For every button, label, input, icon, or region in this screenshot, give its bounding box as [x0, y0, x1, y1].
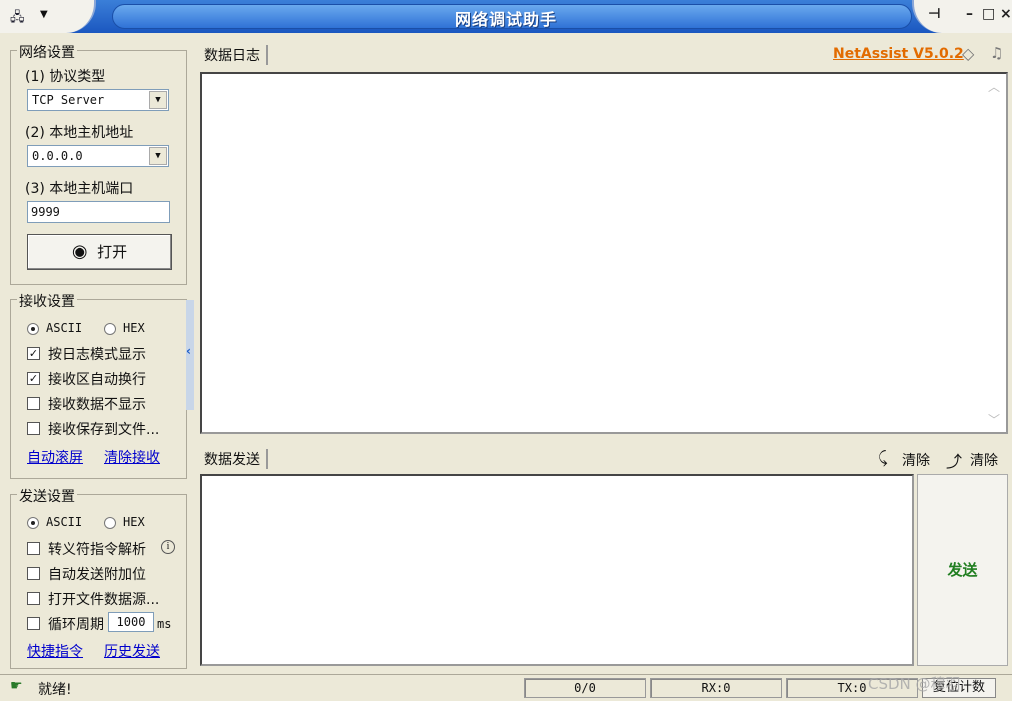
- scroll-down-icon[interactable]: ﹀: [988, 411, 1000, 428]
- window-controls: ⊣ – □ ×: [912, 0, 1012, 33]
- count-cell: 0/0: [524, 678, 646, 698]
- log-mode-label: 按日志模式显示: [48, 347, 146, 363]
- network-settings-title: 网络设置: [17, 42, 77, 62]
- bell-icon[interactable]: ♫: [990, 44, 1003, 62]
- panel-splitter[interactable]: ‹: [186, 300, 194, 410]
- chevron-down-icon[interactable]: ▼: [149, 91, 167, 109]
- system-menu[interactable]: 🖧 ▼: [0, 0, 96, 33]
- network-settings-group: 网络设置 (1) 协议类型 TCP Server ▼ (2) 本地主机地址 0.…: [10, 42, 187, 285]
- clear-down-icon[interactable]: ⤹: [878, 448, 888, 468]
- send-hex-radio[interactable]: [104, 517, 116, 529]
- clear-send-button-2[interactable]: 清除: [970, 450, 998, 470]
- hide-data-checkbox[interactable]: [27, 397, 40, 410]
- pin-icon[interactable]: ⊣: [928, 6, 941, 22]
- log-area[interactable]: ︿ ﹀: [200, 72, 1008, 434]
- host-select[interactable]: 0.0.0.0 ▼: [27, 145, 169, 167]
- protocol-select[interactable]: TCP Server ▼: [27, 89, 169, 111]
- escape-checkbox[interactable]: [27, 542, 40, 555]
- clear-receive-link[interactable]: 清除接收: [104, 447, 160, 467]
- window-title: 网络调试助手: [454, 10, 557, 29]
- send-tab[interactable]: 数据发送: [204, 449, 268, 469]
- auto-wrap-label: 接收区自动换行: [48, 372, 146, 388]
- hide-data-label: 接收数据不显示: [48, 397, 146, 413]
- hand-icon: ☛: [10, 678, 23, 694]
- clear-up-icon[interactable]: ⤴: [946, 448, 962, 472]
- version-link[interactable]: NetAssist V5.0.2: [833, 46, 964, 62]
- autoscroll-link[interactable]: 自动滚屏: [27, 447, 83, 467]
- receive-hex-radio[interactable]: [104, 323, 116, 335]
- log-mode-checkbox[interactable]: ✓: [27, 347, 40, 360]
- port-label: (3) 本地主机端口: [25, 181, 134, 197]
- receive-settings-title: 接收设置: [17, 291, 77, 311]
- info-icon[interactable]: i: [161, 540, 175, 554]
- send-settings-group: 发送设置 ASCII HEX 转义符指令解析 i 自动发送附加位 打开文件数据源…: [10, 486, 187, 669]
- log-tab[interactable]: 数据日志: [204, 45, 268, 65]
- cycle-label: 循环周期: [48, 617, 104, 633]
- send-button[interactable]: 发送: [917, 474, 1008, 666]
- clear-send-button-1[interactable]: 清除: [902, 450, 930, 470]
- escape-label: 转义符指令解析: [48, 542, 146, 558]
- send-input[interactable]: [200, 474, 914, 666]
- settings-panel: 网络设置 (1) 协议类型 TCP Server ▼ (2) 本地主机地址 0.…: [0, 33, 194, 673]
- host-label: (2) 本地主机地址: [25, 125, 134, 141]
- cycle-checkbox[interactable]: [27, 617, 40, 630]
- protocol-value: TCP Server: [32, 93, 105, 107]
- diamond-icon[interactable]: ◇: [962, 44, 974, 63]
- port-input[interactable]: 9999: [27, 201, 170, 223]
- open-label: 打开: [97, 243, 128, 261]
- host-value: 0.0.0.0: [32, 149, 83, 163]
- save-file-label: 接收保存到文件...: [48, 422, 160, 438]
- status-bar: ☛ 就绪! 0/0 RX:0 TX:0 复位计数 CSDN @穆羽: [0, 674, 1012, 701]
- chevron-left-icon[interactable]: ‹: [186, 344, 191, 358]
- protocol-label: (1) 协议类型: [25, 69, 106, 85]
- shortcut-link[interactable]: 快捷指令: [27, 641, 83, 661]
- send-ascii-radio[interactable]: [27, 517, 39, 529]
- rx-cell: RX:0: [650, 678, 782, 698]
- close-button[interactable]: ×: [1000, 6, 1012, 22]
- minimize-button[interactable]: –: [966, 6, 973, 22]
- receive-hex-label: HEX: [123, 321, 145, 335]
- file-source-checkbox[interactable]: [27, 592, 40, 605]
- save-file-checkbox[interactable]: [27, 422, 40, 435]
- record-icon: ◉: [71, 241, 88, 262]
- cycle-unit: ms: [157, 617, 172, 631]
- auto-wrap-checkbox[interactable]: ✓: [27, 372, 40, 385]
- title-bar: 网络调试助手 🖧 ▼ ⊣ – □ ×: [0, 0, 1012, 33]
- maximize-button[interactable]: □: [982, 6, 995, 22]
- status-text: 就绪!: [38, 682, 72, 698]
- receive-ascii-label: ASCII: [46, 321, 83, 335]
- send-hex-label: HEX: [123, 515, 145, 529]
- send-ascii-label: ASCII: [46, 515, 83, 529]
- append-checkbox[interactable]: [27, 567, 40, 580]
- chevron-down-icon[interactable]: ▼: [40, 9, 48, 20]
- history-link[interactable]: 历史发送: [104, 641, 160, 661]
- append-label: 自动发送附加位: [48, 567, 146, 583]
- chevron-down-icon[interactable]: ▼: [149, 147, 167, 165]
- receive-settings-group: 接收设置 ASCII HEX ✓ 按日志模式显示 ✓ 接收区自动换行 接收数据不…: [10, 291, 187, 479]
- receive-ascii-radio[interactable]: [27, 323, 39, 335]
- send-settings-title: 发送设置: [17, 486, 77, 506]
- network-icon: 🖧: [10, 10, 25, 25]
- watermark: CSDN @穆羽: [868, 675, 961, 693]
- scroll-up-icon[interactable]: ︿: [988, 78, 1000, 95]
- open-button[interactable]: ◉ 打开: [27, 234, 172, 270]
- file-source-label: 打开文件数据源...: [48, 592, 160, 608]
- cycle-input[interactable]: 1000: [108, 612, 154, 632]
